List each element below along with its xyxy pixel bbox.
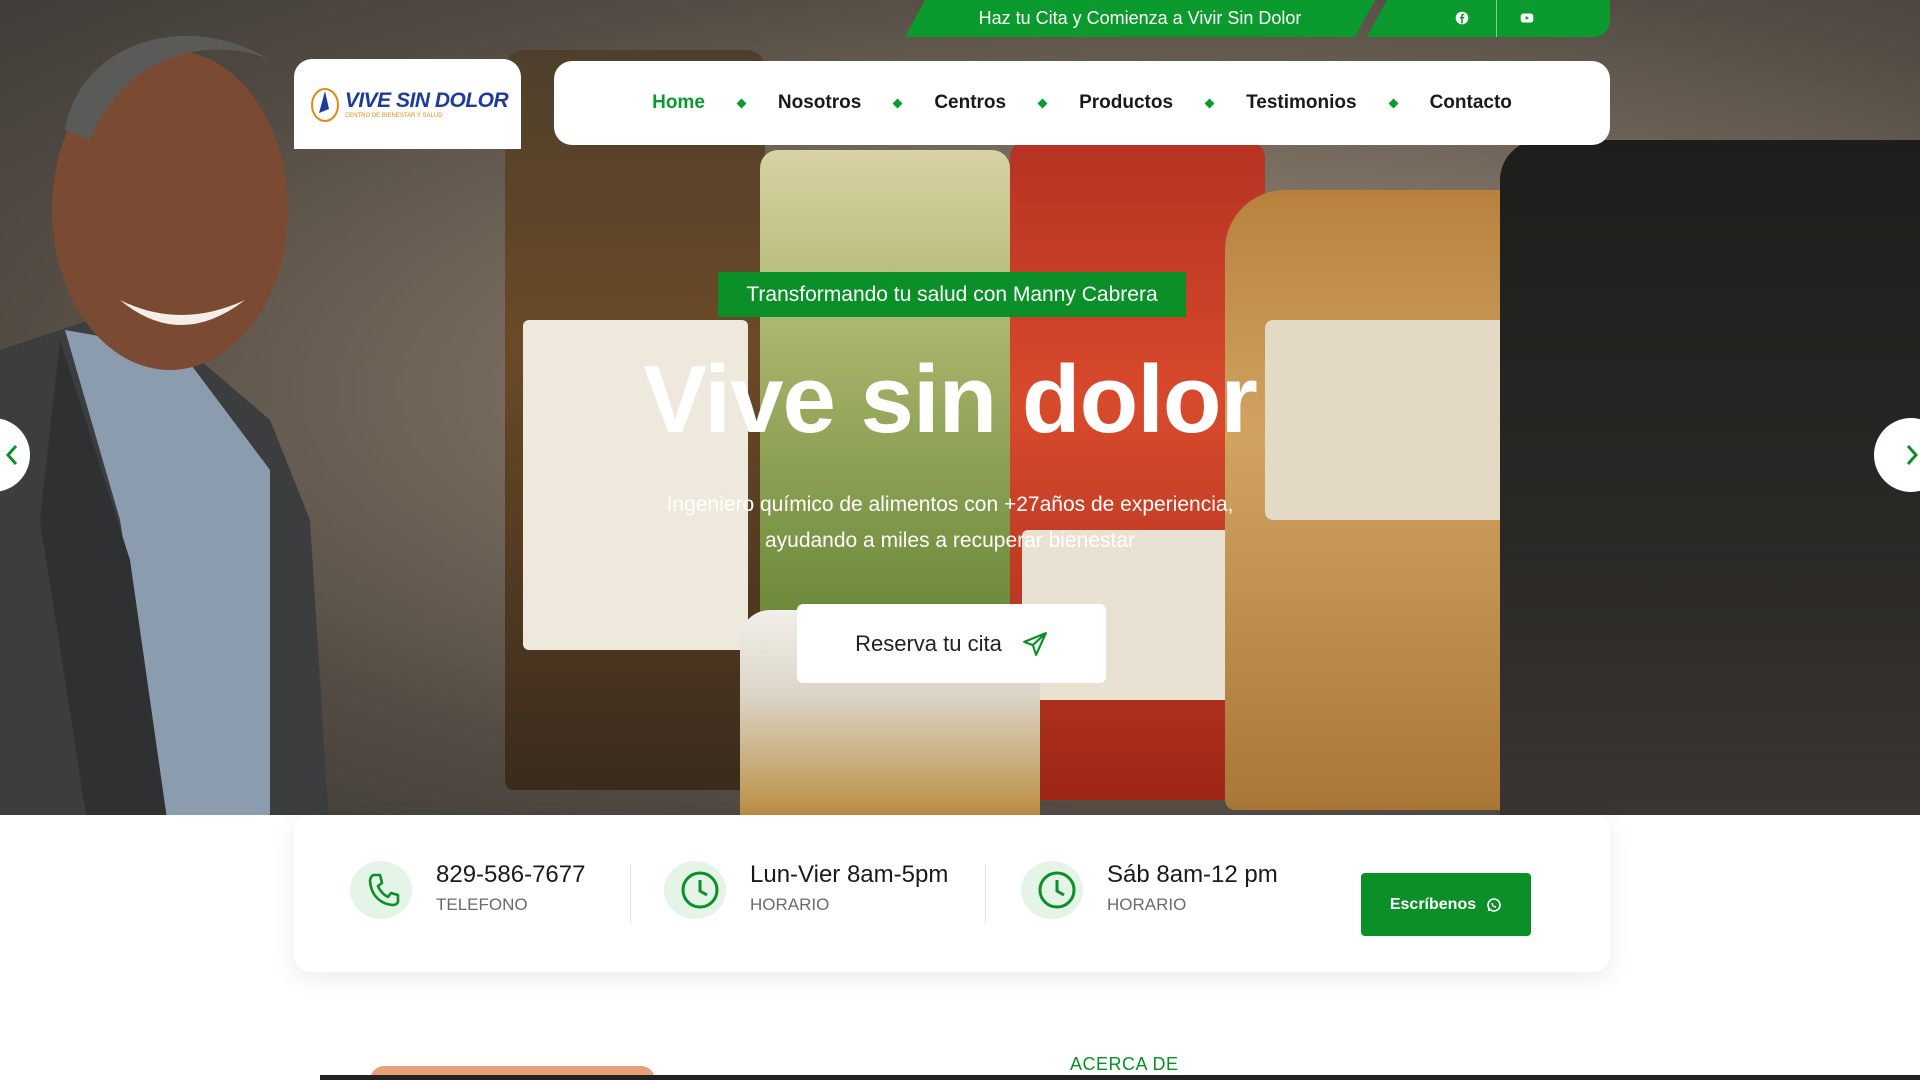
hero-subtitle-line: Ingeniero químico de alimentos con +27añ…	[666, 493, 1234, 516]
social-icons-bar	[1367, 0, 1610, 37]
paper-plane-icon	[1022, 631, 1047, 656]
phone-number[interactable]: 829-586-7677	[436, 861, 585, 889]
nav-separator	[736, 98, 747, 108]
nav-separator	[1204, 98, 1215, 108]
about-eyebrow: ACERCA DE	[1070, 1054, 1179, 1074]
social-divider	[1496, 0, 1497, 37]
nav-item-nosotros[interactable]: Nosotros	[778, 92, 861, 114]
nav-separator	[1388, 98, 1399, 108]
book-appointment-button[interactable]: Reserva tu cita	[797, 604, 1106, 683]
weekday-hours: Lun-Vier 8am-5pm	[750, 861, 949, 888]
hero-subtitle: Ingeniero químico de alimentos con +27añ…	[560, 487, 1340, 559]
write-us-label: Escríbenos	[1389, 895, 1477, 913]
slider-next-button[interactable]	[1874, 418, 1920, 492]
hero-tagline-badge: Transformando tu salud con Manny Cabrera	[718, 272, 1186, 317]
facebook-icon[interactable]	[1453, 9, 1471, 27]
main-navigation: Home Nosotros Centros Productos Testimon…	[554, 61, 1610, 145]
youtube-icon[interactable]	[1518, 9, 1536, 27]
phone-icon-bg	[350, 861, 412, 919]
chevron-right-icon	[1906, 445, 1919, 465]
clock-icon	[681, 871, 719, 909]
saturday-hours-label: HORARIO	[1107, 895, 1187, 914]
page-bottom-edge	[320, 1075, 1920, 1080]
clock-icon-bg	[1021, 861, 1083, 919]
top-promo-bar: Haz tu Cita y Comienza a Vivir Sin Dolor	[905, 0, 1610, 37]
info-divider	[985, 865, 986, 923]
nav-item-testimonios[interactable]: Testimonios	[1246, 92, 1357, 114]
nav-item-centros[interactable]: Centros	[934, 92, 1006, 114]
hero-title: Vive sin dolor	[643, 346, 1258, 453]
write-us-button[interactable]: Escríbenos	[1361, 873, 1531, 936]
nav-item-productos[interactable]: Productos	[1079, 92, 1173, 114]
slider-prev-button[interactable]	[0, 418, 30, 492]
book-appointment-label: Reserva tu cita	[855, 630, 1002, 656]
logo-brand-text: VIVE SIN DOLOR	[344, 89, 509, 112]
promo-text[interactable]: Haz tu Cita y Comienza a Vivir Sin Dolor	[905, 0, 1375, 37]
clock-icon	[1038, 871, 1076, 909]
nav-item-contacto[interactable]: Contacto	[1430, 92, 1512, 114]
hero-subtitle-line: ayudando a miles a recuperar bienestar	[764, 529, 1136, 552]
saturday-hours: Sáb 8am-12 pm	[1107, 861, 1278, 888]
phone-label: TELEFONO	[436, 895, 528, 914]
clock-icon-bg	[664, 861, 726, 919]
chevron-left-icon	[5, 445, 18, 465]
nav-separator	[1037, 98, 1048, 108]
phone-icon	[368, 873, 400, 907]
contact-info-bar: 829-586-7677 TELEFONO Lun-Vier 8am-5pm H…	[294, 815, 1610, 972]
info-divider	[630, 865, 631, 923]
site-logo[interactable]: VIVE SIN DOLOR CENTRO DE BIENESTAR Y SAL…	[294, 59, 521, 149]
weekday-hours-label: HORARIO	[750, 895, 830, 914]
nav-item-home[interactable]: Home	[652, 92, 705, 114]
product-case-image	[1500, 140, 1920, 815]
logo-mark-icon	[310, 88, 339, 122]
whatsapp-icon	[1487, 897, 1501, 912]
nav-separator	[892, 98, 903, 108]
logo-tagline: CENTRO DE BIENESTAR Y SALUD	[344, 113, 443, 119]
